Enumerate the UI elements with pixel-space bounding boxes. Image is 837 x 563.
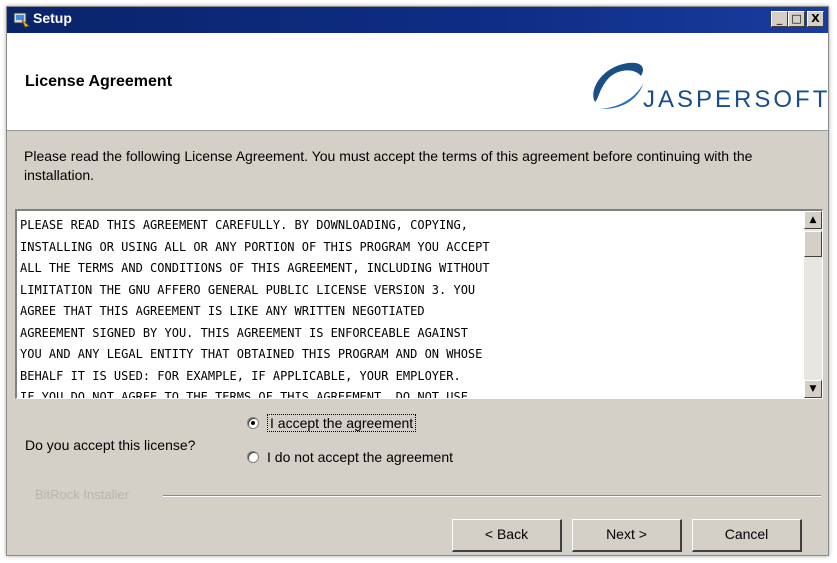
scroll-down-button[interactable]: ▼	[804, 380, 822, 398]
license-text: PLEASE READ THIS AGREEMENT CAREFULLY. BY…	[20, 218, 490, 399]
jaspersoft-logo: JASPERSOFT	[587, 58, 827, 118]
radio-decline-label[interactable]: I do not accept the agreement	[267, 449, 453, 465]
title-bar[interactable]: Setup _ □ X	[7, 7, 828, 33]
minimize-button[interactable]: _	[771, 11, 788, 27]
jaspersoft-swoosh-icon	[593, 62, 643, 109]
header-panel: License Agreement JASPERSOFT	[7, 33, 828, 131]
radio-decline-button[interactable]	[247, 451, 259, 463]
next-button[interactable]: Next >	[572, 519, 682, 552]
radio-decline[interactable]: I do not accept the agreement	[247, 446, 453, 468]
arrow-down-icon: ▼	[809, 384, 817, 394]
page-title: License Agreement	[25, 73, 173, 90]
radio-selected-dot	[251, 421, 255, 425]
license-scrollbar[interactable]: ▲ ▼	[804, 211, 822, 398]
license-text-box[interactable]: PLEASE READ THIS AGREEMENT CAREFULLY. BY…	[15, 209, 823, 399]
intro-text: Please read the following License Agreem…	[24, 148, 753, 183]
back-button[interactable]: < Back	[452, 519, 562, 552]
setup-window: Setup _ □ X License Agreement JASPERSOFT…	[6, 6, 829, 556]
radio-accept[interactable]: I accept the agreement	[247, 412, 417, 434]
close-button[interactable]: X	[807, 11, 824, 27]
arrow-up-icon: ▲	[809, 215, 817, 225]
logo-text: JASPERSOFT	[643, 86, 831, 113]
maximize-button[interactable]: □	[788, 11, 805, 27]
setup-app-icon	[13, 12, 30, 28]
radio-accept-label[interactable]: I accept the agreement	[267, 414, 417, 432]
accept-question: Do you accept this license?	[25, 437, 196, 453]
scroll-thumb[interactable]	[804, 231, 822, 257]
installer-label: BitRock Installer	[35, 487, 129, 502]
scroll-up-button[interactable]: ▲	[804, 211, 822, 229]
window-title: Setup	[33, 10, 72, 26]
radio-accept-button[interactable]	[247, 417, 259, 429]
cancel-button[interactable]: Cancel	[692, 519, 802, 552]
footer-divider	[163, 495, 821, 497]
